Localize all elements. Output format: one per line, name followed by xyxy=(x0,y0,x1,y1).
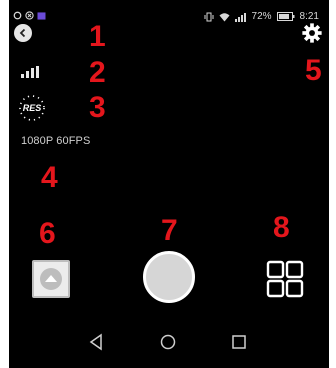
notification-icon xyxy=(37,11,46,20)
status-left-icons xyxy=(13,11,46,20)
camera-screen: 72% 8:21 RES 1080P 60FPS 1 2 3 4 5 6 7 8 xyxy=(9,0,329,368)
shutter-button[interactable] xyxy=(143,251,195,303)
chevron-left-icon xyxy=(19,28,26,38)
callout-3: 3 xyxy=(89,91,106,124)
battery-icon xyxy=(276,12,295,21)
gallery-button[interactable] xyxy=(32,260,70,298)
back-triangle-icon[interactable] xyxy=(87,332,107,352)
recents-square-icon[interactable] xyxy=(229,332,249,352)
back-button[interactable] xyxy=(14,24,32,42)
callout-4: 4 xyxy=(41,161,58,194)
settings-gear-icon[interactable] xyxy=(301,22,323,44)
callout-5: 5 xyxy=(305,54,322,87)
home-circle-icon[interactable] xyxy=(158,332,178,352)
location-icon xyxy=(13,11,22,20)
callout-2: 2 xyxy=(89,56,106,89)
callout-1: 1 xyxy=(89,20,106,53)
res-badge-label: RES xyxy=(22,103,42,113)
battery-percent: 72% xyxy=(251,11,272,22)
status-right-icons: 72% 8:21 xyxy=(204,11,319,22)
resolution-text: 1080P 60FPS xyxy=(21,135,91,147)
callout-6: 6 xyxy=(39,217,56,250)
signal-strength-icon xyxy=(21,66,39,78)
callout-8: 8 xyxy=(273,211,290,244)
status-time: 8:21 xyxy=(299,11,319,22)
wifi-icon xyxy=(219,12,230,21)
resolution-button[interactable]: RES xyxy=(18,94,46,122)
system-nav-bar xyxy=(9,324,329,360)
gallery-up-icon xyxy=(40,268,62,290)
cell-signal-icon xyxy=(234,12,246,22)
vibrate-icon xyxy=(204,12,214,21)
callout-7: 7 xyxy=(161,214,178,247)
x-circle-icon xyxy=(25,11,34,20)
grid-mode-icon[interactable] xyxy=(265,259,305,299)
